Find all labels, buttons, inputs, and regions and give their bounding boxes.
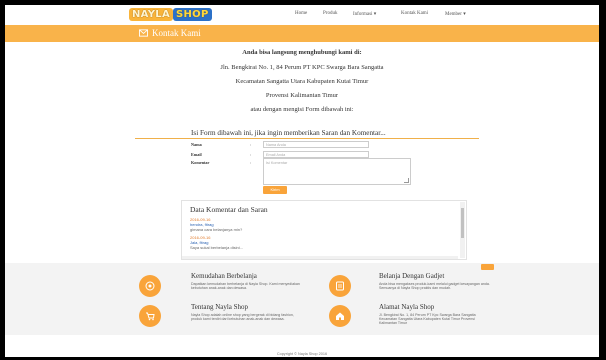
- comment-text: gimana cara belanjanya min?: [190, 227, 243, 232]
- screenshot-frame: NAYLA SHOP Home Produk Informasi ▾ Kontak…: [0, 0, 606, 360]
- submit-button[interactable]: Kirim: [263, 186, 287, 194]
- top-navbar: NAYLA SHOP Home Produk Informasi ▾ Kontak…: [5, 5, 599, 25]
- comment-textarea[interactable]: Isi Komentar: [263, 158, 411, 185]
- resize-handle-icon[interactable]: [404, 178, 409, 183]
- target-icon: [139, 275, 161, 297]
- comments-box: Data Komentar dan Saran 2016-09-16 hendr…: [181, 200, 467, 260]
- comments-title: Data Komentar dan Saran: [190, 205, 268, 214]
- form-alternative-text: atau dengan mengisi Form dibawah ini:: [250, 106, 354, 113]
- email-label: Email: [191, 152, 202, 157]
- nav-kontak-kami[interactable]: Kontak Kami: [401, 11, 428, 16]
- page-title: Kontak Kami: [152, 28, 201, 38]
- scroll-top-button[interactable]: [481, 264, 494, 270]
- feature-text: Anda bisa mengakses produk-kami melalui …: [379, 282, 490, 291]
- contact-intro: Anda bisa langsung menghubungi kami di:: [242, 49, 362, 56]
- logo-text-1: NAYLA: [129, 8, 174, 21]
- home-icon: [329, 305, 351, 327]
- cart-icon: [139, 305, 161, 327]
- envelope-icon: [139, 29, 148, 37]
- features-section: Kemudahan Berbelanja Dapatkan kemudahan …: [5, 263, 599, 335]
- nav-home[interactable]: Home: [295, 11, 307, 16]
- comments-horizontal-scrollbar[interactable]: [182, 256, 458, 259]
- feature-title: Belanja Dengan Gadjet: [379, 272, 445, 280]
- feature-text: Jl. Bengkirai No. 1, 84 Perum PT Kpc Swa…: [379, 313, 476, 326]
- nav-produk[interactable]: Produk: [323, 11, 337, 16]
- name-colon: :: [250, 142, 252, 147]
- email-input[interactable]: Email Anda: [263, 151, 369, 158]
- comment-placeholder: Isi Komentar: [266, 161, 288, 165]
- comment-item: 2016-09-16 Jala, fitrag Saya sukal berbe…: [190, 235, 243, 250]
- name-label: Nama: [191, 142, 202, 147]
- site-logo[interactable]: NAYLA SHOP: [129, 8, 212, 21]
- comments-scrollbar[interactable]: [460, 202, 465, 258]
- comment-label: Komentar: [191, 160, 210, 165]
- scrollbar-thumb[interactable]: [461, 208, 464, 238]
- address-line-2: Kecamatan Sangatta Utara Kabupaten Kutai…: [235, 78, 369, 85]
- logo-text-2: SHOP: [173, 8, 212, 21]
- gadget-icon: [329, 275, 351, 297]
- comment-colon: :: [250, 160, 252, 165]
- web-page: NAYLA SHOP Home Produk Informasi ▾ Kontak…: [3, 3, 601, 359]
- nav-member[interactable]: Member ▾: [445, 11, 466, 17]
- name-input[interactable]: Nama Anda: [263, 141, 369, 148]
- nav-informasi[interactable]: Informasi ▾: [353, 11, 376, 17]
- address-line-3: Provensi Kalimantan Timur: [265, 92, 339, 99]
- feature-title: Kemudahan Berbelanja: [191, 272, 257, 280]
- page-title-band: Kontak Kami: [5, 25, 599, 42]
- divider: [135, 138, 479, 139]
- footer-copyright: Copyright © Nayla Shop 2016: [276, 352, 328, 356]
- feature-title: Tentang Nayla Shop: [191, 303, 249, 311]
- comment-text: Saya sukal berbelanja disini...: [190, 245, 243, 250]
- comment-item: 2016-09-16 hendra, fitrag gimana cara be…: [190, 217, 242, 232]
- form-heading: Isi Form dibawah ini, jika ingin memberi…: [191, 129, 386, 137]
- feature-title: Alamat Nayla Shop: [379, 303, 435, 311]
- feature-text: Dapatkan kemudahan berbelanja di Nayla S…: [191, 282, 300, 291]
- feature-text: Nayla Shop adalah online shop yang berge…: [191, 313, 294, 322]
- address-line-1: Jln. Bengkirai No. 1, 84 Perum PT KPC Sw…: [220, 64, 384, 71]
- email-colon: :: [250, 152, 252, 157]
